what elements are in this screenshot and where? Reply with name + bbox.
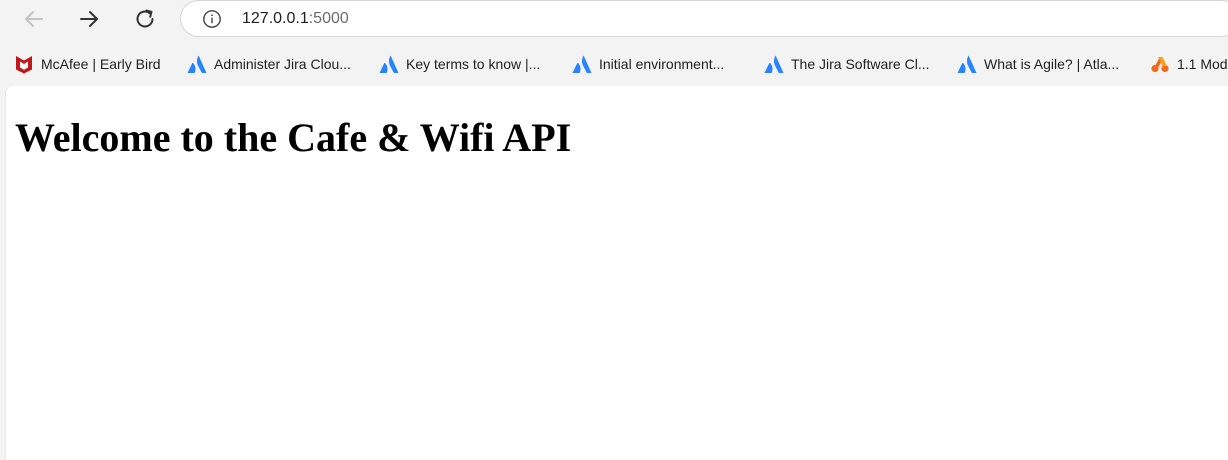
atlassian-icon: [764, 54, 784, 74]
bookmark-initial-environment[interactable]: Initial environment...: [572, 52, 724, 76]
bookmark-label: The Jira Software Cl...: [791, 56, 930, 72]
bookmark-label: Initial environment...: [599, 56, 725, 72]
bookmark-label: McAfee | Early Bird: [41, 56, 161, 72]
bookmark-what-is-agile[interactable]: What is Agile? | Atla...: [957, 52, 1119, 76]
bookmark-1-1-mod[interactable]: 1.1 Mod: [1150, 52, 1228, 76]
browser-toolbar: 127.0.0.1:5000: [0, 0, 1228, 40]
bookmark-label: What is Agile? | Atla...: [984, 56, 1120, 72]
back-button[interactable]: [17, 2, 51, 36]
orange-logo-icon: [1150, 54, 1170, 74]
bookmark-mcafee[interactable]: McAfee | Early Bird: [14, 52, 161, 76]
page-title: Welcome to the Cafe & Wifi API: [15, 115, 572, 160]
reload-icon: [136, 9, 154, 28]
bookmark-label: 1.1 Mod: [1177, 56, 1228, 72]
page-content: Welcome to the Cafe & Wifi API: [5, 86, 1228, 460]
bookmark-jira-software-cloud[interactable]: The Jira Software Cl...: [764, 52, 930, 76]
bookmark-label: Administer Jira Clou...: [214, 56, 351, 72]
bookmark-label: Key terms to know |...: [406, 56, 541, 72]
arrow-right-icon: [80, 11, 98, 27]
atlassian-icon: [957, 54, 977, 74]
url-text[interactable]: 127.0.0.1:5000: [242, 9, 349, 29]
arrow-left-icon: [25, 11, 43, 27]
atlassian-icon: [379, 54, 399, 74]
url-host: 127.0.0.1: [242, 10, 309, 27]
address-bar[interactable]: 127.0.0.1:5000: [180, 0, 1228, 37]
info-icon[interactable]: [202, 9, 222, 34]
atlassian-icon: [187, 54, 207, 74]
bookmark-administer-jira[interactable]: Administer Jira Clou...: [187, 52, 351, 76]
mcafee-icon: [14, 54, 34, 74]
forward-button[interactable]: [72, 2, 106, 36]
url-port: :5000: [308, 10, 349, 27]
bookmark-key-terms[interactable]: Key terms to know |...: [379, 52, 540, 76]
reload-button[interactable]: [128, 2, 162, 36]
bookmarks-bar: McAfee | Early Bird Administer Jira Clou…: [0, 44, 1228, 84]
atlassian-icon: [572, 54, 592, 74]
